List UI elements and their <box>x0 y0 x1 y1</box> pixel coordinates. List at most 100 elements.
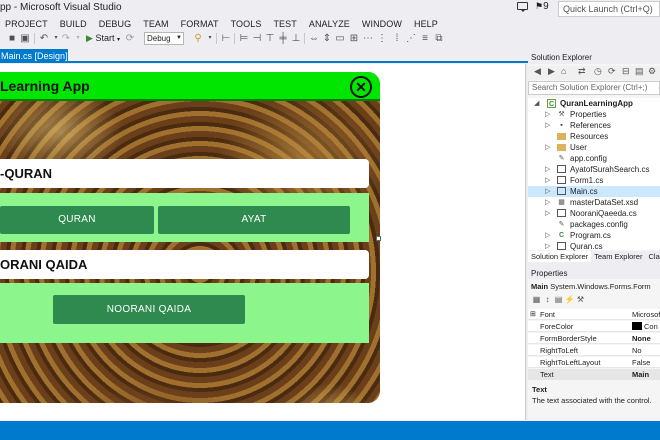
menu-tools[interactable]: TOOLS <box>225 17 268 32</box>
menu-test[interactable]: TEST <box>267 17 302 32</box>
property-row-forecolor[interactable]: ForeColor Con <box>528 321 660 332</box>
home-icon[interactable]: ⌂ <box>561 66 566 76</box>
tree-item-masterdataset[interactable]: ▷ ▦ masterDataSet.xsd <box>528 197 660 208</box>
notifications-icon[interactable] <box>516 1 530 13</box>
tree-item-form1[interactable]: ▷ Form1.cs <box>528 175 660 186</box>
properties-object-selector[interactable]: Main System.Windows.Forms.Form <box>531 282 651 291</box>
tab-class-view[interactable]: Class <box>645 251 660 262</box>
property-value[interactable]: None <box>632 333 651 344</box>
property-value[interactable]: False <box>632 357 650 368</box>
property-name: Font <box>540 310 556 319</box>
tab-main-design[interactable]: Main.cs [Design]*✕ <box>0 49 68 63</box>
forward-icon[interactable]: ▶ <box>548 66 555 77</box>
find-icon[interactable]: ⚲ <box>192 32 204 45</box>
back-icon[interactable]: ◀ <box>534 66 541 77</box>
make-same-width-icon[interactable]: ⇔ <box>308 32 320 45</box>
quick-launch-input[interactable]: Quick Launch (Ctrl+Q) <box>558 1 660 17</box>
expand-icon[interactable]: ⊞ <box>530 309 536 320</box>
decrease-spacing-icon[interactable]: ⁞ <box>391 32 403 45</box>
start-button[interactable]: ▶ Start ▾ <box>86 32 124 45</box>
tree-item-properties[interactable]: ▷ ⚒ Properties <box>528 109 660 120</box>
refresh-icon[interactable]: ⟳ <box>124 32 136 45</box>
property-row-text[interactable]: Text Main <box>528 369 660 380</box>
horizontal-spacing-icon[interactable]: ⋯ <box>362 32 374 45</box>
chevron-right-icon: ▷ <box>545 188 551 195</box>
make-same-size-icon[interactable]: ▭ <box>334 32 346 45</box>
properties-view-icon[interactable]: ▤ <box>553 295 564 304</box>
redo-dropdown-icon[interactable]: ▾ <box>72 32 84 45</box>
menu-help[interactable]: HELP <box>408 17 444 32</box>
align-centers-icon[interactable]: ⊨ <box>238 32 250 45</box>
sync-icon[interactable]: ⇄ <box>578 66 586 77</box>
align-rights-icon[interactable]: ⊣ <box>251 32 263 45</box>
chevron-right-icon: ▷ <box>545 199 551 206</box>
history-icon[interactable]: ◷ <box>594 66 602 77</box>
noorani-qaida-button[interactable]: NOORANI QAIDA <box>53 295 245 324</box>
tree-item-ayatofsurahsearch[interactable]: ▷ AyatofSurahSearch.cs <box>528 164 660 175</box>
tree-item-main[interactable]: ▷ Main.cs <box>528 186 660 197</box>
properties-icon[interactable]: ⚙ <box>648 66 656 77</box>
tree-item-nooraniqaeeda[interactable]: ▷ NooraniQaeeda.cs <box>528 208 660 219</box>
property-row-righttoleft[interactable]: RightToLeft No <box>528 345 660 356</box>
form-file-icon <box>557 209 566 217</box>
tree-item-resources[interactable]: Resources <box>528 131 660 142</box>
solution-explorer-panel: Solution Explorer ◀ ▶ ⌂ ⇄ ◷ ⟳ ⊟ ▤ ⚙ Sear… <box>528 52 660 262</box>
tree-item-app-config[interactable]: ✎ app.config <box>528 153 660 164</box>
property-value[interactable]: No <box>632 345 642 356</box>
expanded-icon: ◢ <box>534 100 540 107</box>
tab-team-explorer[interactable]: Team Explorer <box>591 251 645 262</box>
property-value[interactable]: Main <box>632 369 649 380</box>
align-bottoms-icon[interactable]: ⊥ <box>290 32 302 45</box>
remove-spacing-icon[interactable]: ⋰ <box>405 32 417 45</box>
align-tops-icon[interactable]: ⊤ <box>264 32 276 45</box>
folder-icon <box>557 133 566 140</box>
collapse-all-icon[interactable]: ⊟ <box>622 66 630 77</box>
size-to-grid-icon[interactable]: ⊞ <box>348 32 360 45</box>
redo-icon[interactable]: ↷ <box>60 32 72 45</box>
menu-analyze[interactable]: ANALYZE <box>303 17 356 32</box>
tree-item-references[interactable]: ▷ ▪ References <box>528 120 660 131</box>
resize-handle[interactable] <box>376 236 381 241</box>
configuration-select[interactable]: Debug ▼ <box>144 32 184 45</box>
property-row-formborderstyle[interactable]: FormBorderStyle None <box>528 333 660 344</box>
property-row-font[interactable]: ⊞ Font Microsof <box>528 309 660 320</box>
tree-item-program[interactable]: ▷ C Program.cs <box>528 230 660 241</box>
solution-search-input[interactable]: Search Solution Explorer (Ctrl+;) <box>528 81 660 95</box>
close-icon[interactable]: ✕ <box>350 76 372 98</box>
undo-icon[interactable]: ↶ <box>38 32 50 45</box>
qaida-section-label: ORANI QAIDA <box>0 250 369 279</box>
tree-item-user[interactable]: ▷ User <box>528 142 660 153</box>
bring-to-front-icon[interactable]: ⧉ <box>433 32 445 45</box>
tree-item-label: Program.cs <box>570 231 611 240</box>
feedback-flag[interactable]: ⚑9 <box>535 1 549 12</box>
align-lefts-icon[interactable]: ⊢ <box>220 32 232 45</box>
vertical-spacing-icon[interactable]: ≡ <box>419 32 431 45</box>
tree-item-project[interactable]: ◢ C QuranLearningApp <box>528 98 660 109</box>
ayat-button[interactable]: AYAT <box>158 206 350 234</box>
property-value[interactable]: Microsof <box>632 309 660 320</box>
align-middles-icon[interactable]: ╪ <box>277 32 289 45</box>
property-pages-icon[interactable]: ⚒ <box>575 295 586 304</box>
save-icon[interactable]: ■ <box>6 32 18 45</box>
menu-build[interactable]: BUILD <box>54 17 93 32</box>
menu-project[interactable]: PROJECT <box>0 17 54 32</box>
events-icon[interactable]: ⚡ <box>564 295 575 304</box>
property-value[interactable]: Con <box>632 321 658 332</box>
refresh-icon[interactable]: ⟳ <box>608 66 616 77</box>
quran-button[interactable]: QURAN <box>0 206 154 234</box>
make-same-height-icon[interactable]: ⇕ <box>321 32 333 45</box>
tree-item-packages-config[interactable]: ✎ packages.config <box>528 219 660 230</box>
find-dropdown-icon[interactable]: ▾ <box>204 32 216 45</box>
menu-team[interactable]: TEAM <box>137 17 174 32</box>
tab-solution-explorer[interactable]: Solution Explorer <box>528 251 592 262</box>
property-row-righttoleftlayout[interactable]: RightToLeftLayout False <box>528 357 660 368</box>
menu-window[interactable]: WINDOW <box>356 17 408 32</box>
menu-format[interactable]: FORMAT <box>175 17 225 32</box>
increase-spacing-icon[interactable]: ⋮ <box>376 32 388 45</box>
show-all-files-icon[interactable]: ▤ <box>635 66 644 77</box>
menu-debug[interactable]: DEBUG <box>93 17 138 32</box>
form-preview[interactable]: Learning App ✕ -QURAN QURAN AYAT ORANI Q… <box>0 72 380 403</box>
alphabetical-icon[interactable]: ↕ <box>542 295 553 304</box>
categorized-icon[interactable]: ▦ <box>531 295 542 304</box>
save-all-icon[interactable]: ▣ <box>19 32 31 45</box>
